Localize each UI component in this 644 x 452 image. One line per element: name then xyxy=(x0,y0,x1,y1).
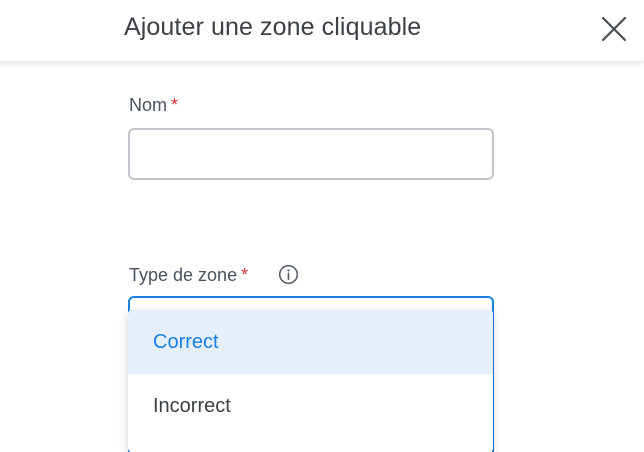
info-icon[interactable] xyxy=(278,264,299,285)
zone-type-dropdown-menu: Correct Incorrect xyxy=(128,310,493,452)
add-zone-modal: Ajouter une zone cliquable Nom * Type de … xyxy=(0,0,644,452)
name-label-text: Nom xyxy=(129,95,168,115)
close-button[interactable] xyxy=(598,13,630,45)
modal-title: Ajouter une zone cliquable xyxy=(124,13,422,41)
required-marker: * xyxy=(241,265,249,285)
required-marker: * xyxy=(171,95,179,115)
zone-type-field-label: Type de zone * xyxy=(129,265,248,286)
close-icon xyxy=(601,16,627,42)
zone-type-label-text: Type de zone xyxy=(129,265,238,285)
modal-header: Ajouter une zone cliquable xyxy=(0,0,644,62)
option-incorrect[interactable]: Incorrect xyxy=(128,374,493,438)
option-correct[interactable]: Correct xyxy=(128,310,493,374)
name-field-label: Nom * xyxy=(129,95,178,116)
name-input[interactable] xyxy=(128,128,494,180)
